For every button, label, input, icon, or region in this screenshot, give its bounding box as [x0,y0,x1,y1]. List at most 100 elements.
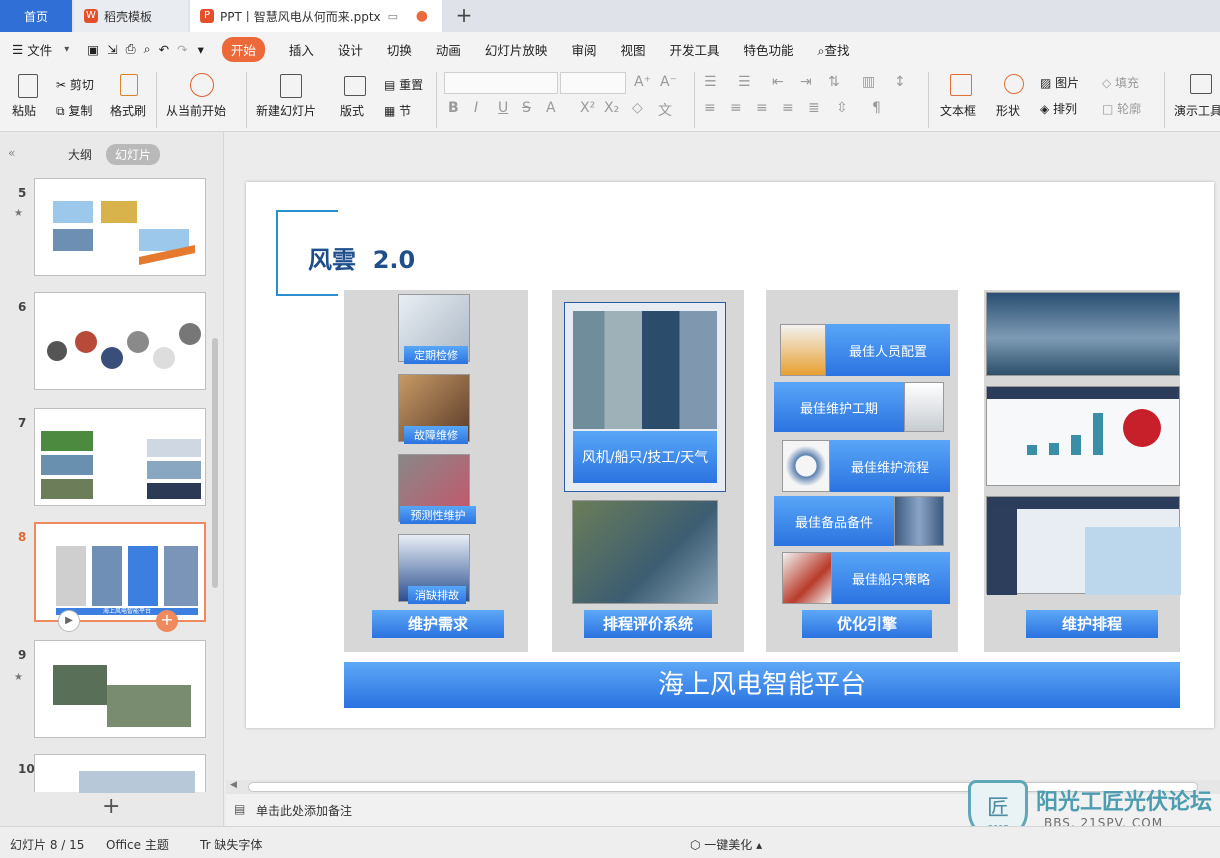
line-spacing-icon[interactable]: ↕ [894,74,906,90]
menu-transition[interactable]: 切换 [387,40,412,59]
underline-icon[interactable]: U [498,100,508,116]
add-slide-button[interactable]: + [102,794,120,819]
outline-button[interactable]: □ 轮廓 [1102,100,1141,117]
new-slide-icon[interactable] [280,74,302,98]
slide-thumbnail-6[interactable] [34,292,206,390]
font-shrink-icon[interactable]: A⁻ [660,74,677,90]
paste-button[interactable]: 粘贴 [12,102,36,119]
text-direction-icon[interactable]: ⇅ [828,74,840,90]
notes-placeholder[interactable]: 单击此处添加备注 [256,802,352,819]
tab-outline[interactable]: 大纲 [68,146,92,163]
tab-slides[interactable]: 幻灯片 [106,144,161,165]
font-color-icon[interactable]: A [546,100,556,116]
menu-start[interactable]: 开始 [221,36,265,62]
cut-button[interactable]: ✂ 剪切 [56,76,94,93]
slide-thumbnail-5[interactable] [34,178,206,276]
play-slide-icon[interactable]: ▶ [58,610,80,632]
align-left-icon[interactable]: ≡ [704,100,716,116]
analytics-dashboard-image [986,386,1180,486]
slide-number: 9 [18,648,27,662]
fill-button[interactable]: ◇ 填充 [1102,74,1139,91]
menu-developer[interactable]: 开发工具 [669,40,719,59]
subscript-icon[interactable]: X₂ [604,100,619,116]
font-size-select[interactable] [560,72,626,94]
platform-banner: 海上风电智能平台 [344,662,1180,708]
quick-access-dropdown-icon[interactable]: ▾ [198,42,204,57]
save-icon[interactable]: ▣ [87,42,99,57]
missing-font-button[interactable]: Tr 缺失字体 [200,836,262,853]
section-button[interactable]: ▦ 节 [384,102,411,119]
paragraph-icon[interactable]: ¶ [872,100,881,116]
distribute-icon[interactable]: ≣ [808,100,820,116]
screen-icon[interactable]: ▭ [388,10,398,23]
undo-icon[interactable]: ↶ [159,42,169,57]
print-icon[interactable]: ⎙ [126,41,136,57]
menu-features[interactable]: 特色功能 [743,40,793,59]
menu-review[interactable]: 审阅 [571,40,596,59]
presentation-tool-button[interactable]: 演示工具 [1174,102,1220,119]
presentation-tool-icon[interactable] [1190,74,1212,94]
arrange-button[interactable]: ◈ 排列 [1040,100,1077,117]
numbered-list-icon[interactable]: ☰ [738,74,751,90]
hamburger-icon[interactable]: ☰ [12,42,23,57]
play-icon[interactable] [190,73,214,97]
phonetic-icon[interactable]: 文 [658,100,672,120]
paste-icon[interactable] [18,74,38,98]
add-slide-icon[interactable]: + [156,610,178,632]
collapse-panel-icon[interactable]: « [8,146,15,160]
indent-decrease-icon[interactable]: ⇤ [772,74,784,90]
column-maintenance-needs: 定期检修 故障维修 预测性维护 消缺排故 维护需求 [344,290,528,652]
scroll-left-icon[interactable]: ◀ [230,780,237,790]
font-name-select[interactable] [444,72,558,94]
preview-icon[interactable]: ⌕ [144,41,151,57]
new-tab-button[interactable]: + [452,4,476,28]
font-grow-icon[interactable]: A⁺ [634,74,651,90]
tab-document[interactable]: P PPT丨智慧风电从何而来.pptx ▭ ● [190,0,442,32]
menu-animation[interactable]: 动画 [436,40,461,59]
indent-increase-icon[interactable]: ⇥ [800,74,812,90]
slide-thumbnail-8[interactable]: 海上风电智能平台 ▶ + [34,522,206,632]
menu-slideshow[interactable]: 幻灯片放映 [485,40,548,59]
theme-name[interactable]: Office 主题 [106,836,169,853]
new-slide-button[interactable]: 新建幻灯片 [256,102,316,119]
slide-thumbnail-10[interactable] [34,754,206,793]
menu-design[interactable]: 设计 [338,40,363,59]
textbox-icon[interactable] [950,74,972,96]
picture-button[interactable]: ▨ 图片 [1040,74,1079,91]
align-center-icon[interactable]: ≡ [730,100,742,116]
align-right-icon[interactable]: ≡ [756,100,768,116]
strikethrough-icon[interactable]: S [522,100,531,116]
menu-search[interactable]: ⌕查找 [818,40,850,59]
layout-icon[interactable] [344,76,366,96]
menu-insert[interactable]: 插入 [289,40,314,59]
bold-icon[interactable]: B [448,100,459,116]
bullet-list-icon[interactable]: ☰ [704,74,717,90]
beautify-button[interactable]: ⬡ 一键美化 ▴ [690,836,762,853]
slide-thumbnail-9[interactable] [34,640,206,738]
menu-file[interactable]: 文件 [27,40,52,59]
clear-format-icon[interactable]: ◇ [632,100,643,116]
superscript-icon[interactable]: X² [580,100,595,116]
tab-home-label: 首页 [23,9,48,24]
redo-icon[interactable]: ↷ [177,42,187,57]
justify-icon[interactable]: ≡ [782,100,794,116]
panel-scrollbar[interactable] [212,338,218,588]
tab-template[interactable]: W 稻壳模板 [74,0,188,32]
copy-button[interactable]: ⧉ 复制 [56,102,92,119]
format-painter-button[interactable]: 格式刷 [110,102,146,119]
textbox-button[interactable]: 文本框 [940,102,976,119]
from-current-button[interactable]: 从当前开始 [166,102,226,119]
export-icon[interactable]: ⇲ [107,42,117,57]
slide-canvas[interactable]: 风雲 2.0 定期检修 故障维修 预测性维护 消缺排故 维护需求 风机/船只/技… [246,182,1214,728]
menu-view[interactable]: 视图 [620,40,645,59]
italic-icon[interactable]: I [474,100,478,116]
columns-icon[interactable]: ▥ [862,74,875,90]
reset-button[interactable]: ▤ 重置 [384,76,423,93]
layout-button[interactable]: 版式 [340,102,364,119]
slide-thumbnail-7[interactable] [34,408,206,506]
vertical-align-icon[interactable]: ⇳ [836,100,848,116]
shape-icon[interactable] [1004,74,1024,94]
shape-button[interactable]: 形状 [996,102,1020,119]
tab-home[interactable]: 首页 [0,0,72,32]
brush-icon[interactable] [120,74,138,96]
